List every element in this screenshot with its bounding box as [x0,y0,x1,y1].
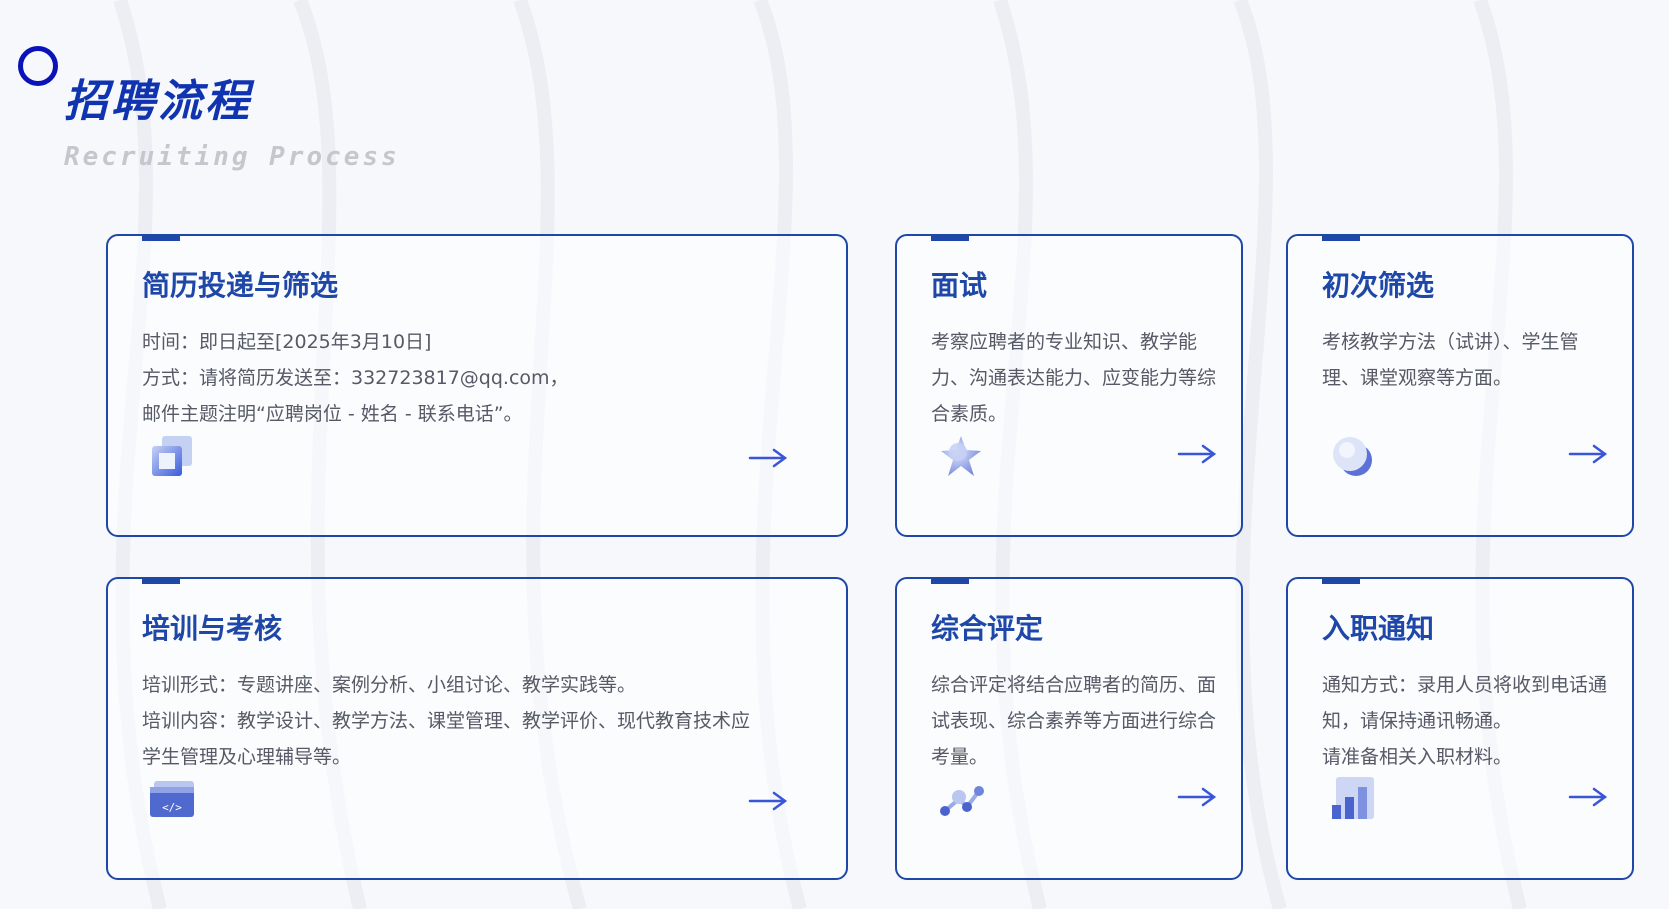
svg-text:</>: </> [162,801,182,814]
card-body: 培训形式：专题讲座、案例分析、小组讨论、教学实践等。 培训内容：教学设计、教学方… [142,667,822,775]
card-body: 时间：即日起至[2025年3月10日] 方式：请将简历发送至：332723817… [142,324,822,432]
card-body: 考察应聘者的专业知识、教学能力、沟通表达能力、应变能力等综合素质。 [931,324,1217,432]
code-window-icon: </> [150,781,194,817]
card-body: 综合评定将结合应聘者的简历、面试表现、综合素养等方面进行综合考量。 [931,667,1217,775]
card-body: 通知方式：录用人员将收到电话通知，请保持通讯畅通。 请准备相关入职材料。 [1322,667,1608,775]
card-tab-marker [931,234,969,241]
card-line: 培训内容：教学设计、教学方法、课堂管理、教学评价、现代教育技术应 [142,710,751,732]
card-interview[interactable]: 面试 考察应聘者的专业知识、教学能力、沟通表达能力、应变能力等综合素质。 [895,234,1243,537]
card-tab-marker [142,234,180,241]
card-line: 考核教学方法（试讲）、学生管理、课堂观察等方面。 [1322,331,1579,389]
card-line: 方式：请将简历发送至：332723817@qq.com， [142,367,569,389]
card-tab-marker [1322,577,1360,584]
card-tab-marker [931,577,969,584]
arrow-right-icon[interactable] [748,789,788,813]
card-resume-submission[interactable]: 简历投递与筛选 时间：即日起至[2025年3月10日] 方式：请将简历发送至：3… [106,234,848,537]
arrow-right-icon[interactable] [748,446,788,470]
circle-ring-icon [18,46,58,86]
page-subtitle: Recruiting Process [64,142,400,172]
card-line: 邮件主题注明“应聘岗位 - 姓名 - 联系电话”。 [142,403,523,425]
card-tab-marker [1322,234,1360,241]
page-title: 招聘流程 [64,76,252,127]
arrow-right-icon[interactable] [1177,785,1217,809]
card-title: 综合评定 [931,612,1044,645]
card-tab-marker [142,577,180,584]
card-body: 考核教学方法（试讲）、学生管理、课堂观察等方面。 [1322,324,1608,396]
card-title: 面试 [931,269,988,302]
card-title: 入职通知 [1322,612,1435,645]
card-line: 请准备相关入职材料。 [1322,746,1513,768]
moon-icon [1333,437,1372,476]
card-comprehensive-evaluation[interactable]: 综合评定 综合评定将结合应聘者的简历、面试表现、综合素养等方面进行综合考量。 [895,577,1243,880]
card-line: 时间：即日起至[2025年3月10日] [142,331,432,353]
card-line: 综合评定将结合应聘者的简历、面试表现、综合素养等方面进行综合考量。 [931,674,1217,768]
card-title: 培训与考核 [142,612,283,645]
card-initial-screening[interactable]: 初次筛选 考核教学方法（试讲）、学生管理、课堂观察等方面。 [1286,234,1634,537]
star-icon [941,436,981,476]
arrow-right-icon[interactable] [1568,442,1608,466]
card-title: 初次筛选 [1322,269,1435,302]
card-training-assessment[interactable]: 培训与考核 培训形式：专题讲座、案例分析、小组讨论、教学实践等。 培训内容：教学… [106,577,848,880]
arrow-right-icon[interactable] [1177,442,1217,466]
card-line: 培训形式：专题讲座、案例分析、小组讨论、教学实践等。 [142,674,637,696]
card-title: 简历投递与筛选 [142,269,339,302]
card-line: 考察应聘者的专业知识、教学能力、沟通表达能力、应变能力等综合素质。 [931,331,1217,425]
card-line: 通知方式：录用人员将收到电话通知，请保持通讯畅通。 [1322,674,1608,732]
card-onboarding-notice[interactable]: 入职通知 通知方式：录用人员将收到电话通知，请保持通讯畅通。 请准备相关入职材料… [1286,577,1634,880]
card-line: 学生管理及心理辅导等。 [142,746,352,768]
network-nodes-icon [940,786,984,816]
bar-chart-icon [1332,777,1374,819]
layers-icon [152,436,192,476]
arrow-right-icon[interactable] [1568,785,1608,809]
